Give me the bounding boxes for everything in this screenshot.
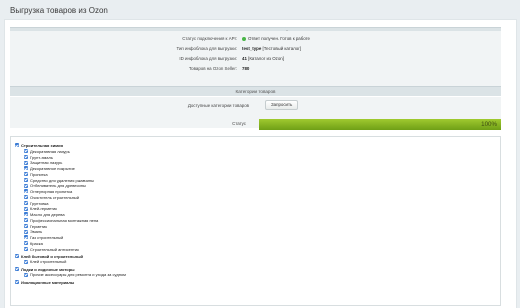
checkbox-checked-icon[interactable] xyxy=(15,143,19,148)
category-label: Клей бытовой и строительный xyxy=(21,253,83,259)
api-status-row: Статус подключения к API: Ответ получен.… xyxy=(10,35,501,43)
checkbox-checked-icon[interactable] xyxy=(24,200,28,205)
iblock-type-value: test_type [Тестовый каталог] xyxy=(242,46,302,51)
category-label: Газ строительный xyxy=(30,235,64,240)
category-label: Пропитка xyxy=(30,171,48,177)
category-label: Клей строительный xyxy=(30,259,67,265)
categories-section-header: Категории товаров xyxy=(10,86,501,96)
status-label: Статус xyxy=(232,121,246,126)
iblock-id-label: ID инфоблока для выгрузки: xyxy=(179,56,237,61)
category-label: Строительный антисептик xyxy=(30,246,79,252)
iblock-type-row: Тип инфоблока для выгрузки: test_type [Т… xyxy=(10,45,501,53)
ozon-products-row: Товаров на Ozon Seller: 780 xyxy=(10,65,501,73)
checkbox-checked-icon[interactable] xyxy=(24,195,28,200)
category-label: Герметик xyxy=(30,223,48,229)
checkbox-checked-icon[interactable] xyxy=(24,241,28,246)
checkbox-checked-icon[interactable] xyxy=(15,266,19,271)
category-label: Очиститель строительный xyxy=(30,194,80,200)
checkbox-checked-icon[interactable] xyxy=(24,149,28,154)
category-tree: Строительная химия Декоративная лазурь Гру… xyxy=(10,136,501,306)
category-label: Прочие аксессуары для ремонта и ухода за… xyxy=(30,272,126,278)
category-label: Грунт-эмаль xyxy=(30,154,53,160)
category-label: Грунтовка xyxy=(30,200,49,206)
progress-text: 100% xyxy=(481,121,497,128)
checkbox-checked-icon[interactable] xyxy=(24,183,28,188)
checkbox-checked-icon[interactable] xyxy=(24,212,28,217)
checkbox-checked-icon[interactable] xyxy=(24,223,28,228)
checkbox-checked-icon[interactable] xyxy=(24,177,28,182)
iblock-id-value: 41 [Каталог из Ozon] xyxy=(242,56,284,61)
category-group[interactable]: Изоляционные материалы xyxy=(15,280,74,286)
category-label: Огнеупорная пропитка xyxy=(30,189,73,194)
checkbox-checked-icon[interactable] xyxy=(24,259,28,264)
available-categories-row: Доступные категории товаров xyxy=(10,102,501,110)
category-item[interactable]: Строительный антисептик xyxy=(24,247,79,253)
prep-info-area: Статус подключения к API: Ответ получен.… xyxy=(10,31,501,87)
checkbox-checked-icon[interactable] xyxy=(15,279,19,284)
category-label: Средство для удаления ржавчины xyxy=(30,177,94,183)
category-label: Краска xyxy=(30,240,43,246)
checkbox-checked-icon[interactable] xyxy=(24,172,28,177)
available-categories-label: Доступные категории товаров xyxy=(187,103,249,108)
ozon-products-value: 780 xyxy=(242,66,250,71)
checkbox-checked-icon[interactable] xyxy=(24,154,28,159)
checkbox-checked-icon[interactable] xyxy=(24,272,28,277)
checkbox-checked-icon[interactable] xyxy=(24,246,28,251)
iblock-id-row: ID инфоблока для выгрузки: 41 [Каталог и… xyxy=(10,55,501,63)
checkbox-checked-icon[interactable] xyxy=(24,218,28,223)
category-label: Лодки и лодочные моторы xyxy=(21,266,75,272)
category-label: Эмаль xyxy=(30,229,43,235)
api-status-label: Статус подключения к API: xyxy=(182,36,237,41)
category-label: Строительная химия xyxy=(21,143,63,148)
iblock-type-label: Тип инфоблока для выгрузки: xyxy=(176,46,237,51)
progress-bar: 100% xyxy=(259,119,501,130)
progress-fill xyxy=(259,119,501,130)
category-label: Масло для дерева xyxy=(30,212,65,217)
request-categories-button[interactable]: Запросить xyxy=(265,100,299,110)
category-item[interactable]: Клей строительный xyxy=(24,259,66,265)
category-label: Клей-герметик xyxy=(30,206,57,212)
checkbox-checked-icon[interactable] xyxy=(24,229,28,234)
ozon-products-label: Товаров на Ozon Seller: xyxy=(188,66,237,71)
checkbox-checked-icon[interactable] xyxy=(24,189,28,194)
category-label: Изоляционные материалы xyxy=(21,279,75,285)
checkbox-checked-icon[interactable] xyxy=(24,166,28,171)
checkbox-checked-icon[interactable] xyxy=(24,235,28,240)
category-label: Декоративное покрытие xyxy=(30,166,75,171)
api-status-value: Ответ получен. Готов к работе xyxy=(242,35,310,43)
status-ok-icon xyxy=(242,36,246,41)
checkbox-checked-icon[interactable] xyxy=(15,253,19,258)
checkbox-checked-icon[interactable] xyxy=(24,206,28,211)
category-label: Декоративная лазурь xyxy=(30,148,70,154)
category-label: Защитная лазурь xyxy=(30,160,63,166)
category-label: Отбеливатель для древесины xyxy=(30,183,86,189)
category-label: Профессиональная монтажная пена xyxy=(30,217,99,223)
category-item[interactable]: Прочие аксессуары для ремонта и ухода за… xyxy=(24,272,126,278)
checkbox-checked-icon[interactable] xyxy=(24,160,28,165)
page-title: Выгрузка товаров из Ozon xyxy=(10,6,108,15)
